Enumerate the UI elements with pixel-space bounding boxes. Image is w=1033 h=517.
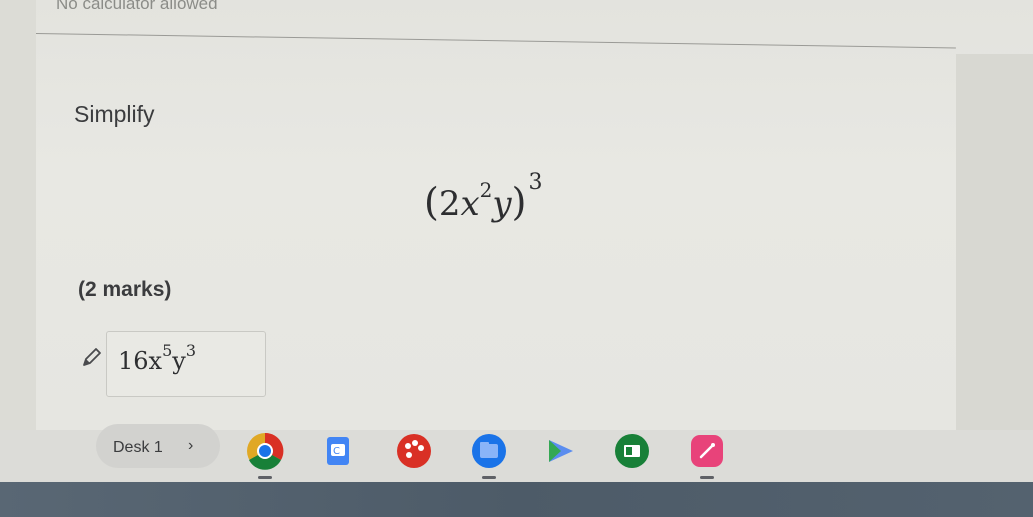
divider <box>35 33 956 49</box>
expr-var-x: x <box>460 184 480 224</box>
chrome-icon[interactable] <box>246 432 284 470</box>
answer-var-y: y <box>172 347 186 375</box>
answer-var-x: x <box>148 347 163 375</box>
answer-value: 16x5y3 <box>118 341 196 375</box>
desk-label: Desk 1 <box>113 439 163 456</box>
chevron-right-icon: › <box>188 437 194 454</box>
answer-coefficient: 16 <box>118 347 149 375</box>
answer-x-exponent: 5 <box>162 341 173 360</box>
files-icon[interactable] <box>470 432 508 470</box>
bezel-strip <box>0 482 1033 517</box>
expr-x-exponent: 2 <box>479 177 493 202</box>
calculator-notice: No calculator allowed <box>56 0 218 13</box>
classroom-icon[interactable] <box>613 432 651 470</box>
expr-coefficient: 2 <box>438 184 461 224</box>
assignment-page: No calculator allowed Simplify (2x2y)3 (… <box>0 0 1033 430</box>
canvas-running-indicator <box>700 476 714 479</box>
svg-text:C: C <box>333 446 340 457</box>
close-paren: ) <box>511 180 527 224</box>
marks-label: (2 marks) <box>78 278 172 301</box>
chrome-running-indicator <box>258 476 272 479</box>
math-expression: (2x2y)3 <box>424 170 542 224</box>
files-running-indicator <box>482 476 496 479</box>
expr-outer-exponent: 3 <box>528 170 543 195</box>
play-icon[interactable] <box>541 432 579 470</box>
expr-var-y: y <box>492 184 512 224</box>
canvas-icon[interactable] <box>688 432 726 470</box>
palette-icon[interactable] <box>395 432 433 470</box>
question-prompt: Simplify <box>74 101 155 127</box>
pencil-icon <box>83 348 101 366</box>
left-gutter <box>0 0 36 430</box>
answer-y-exponent: 3 <box>185 341 197 360</box>
open-paren: ( <box>424 180 439 224</box>
right-panel <box>956 54 1033 430</box>
docs-icon[interactable]: C <box>319 432 357 470</box>
